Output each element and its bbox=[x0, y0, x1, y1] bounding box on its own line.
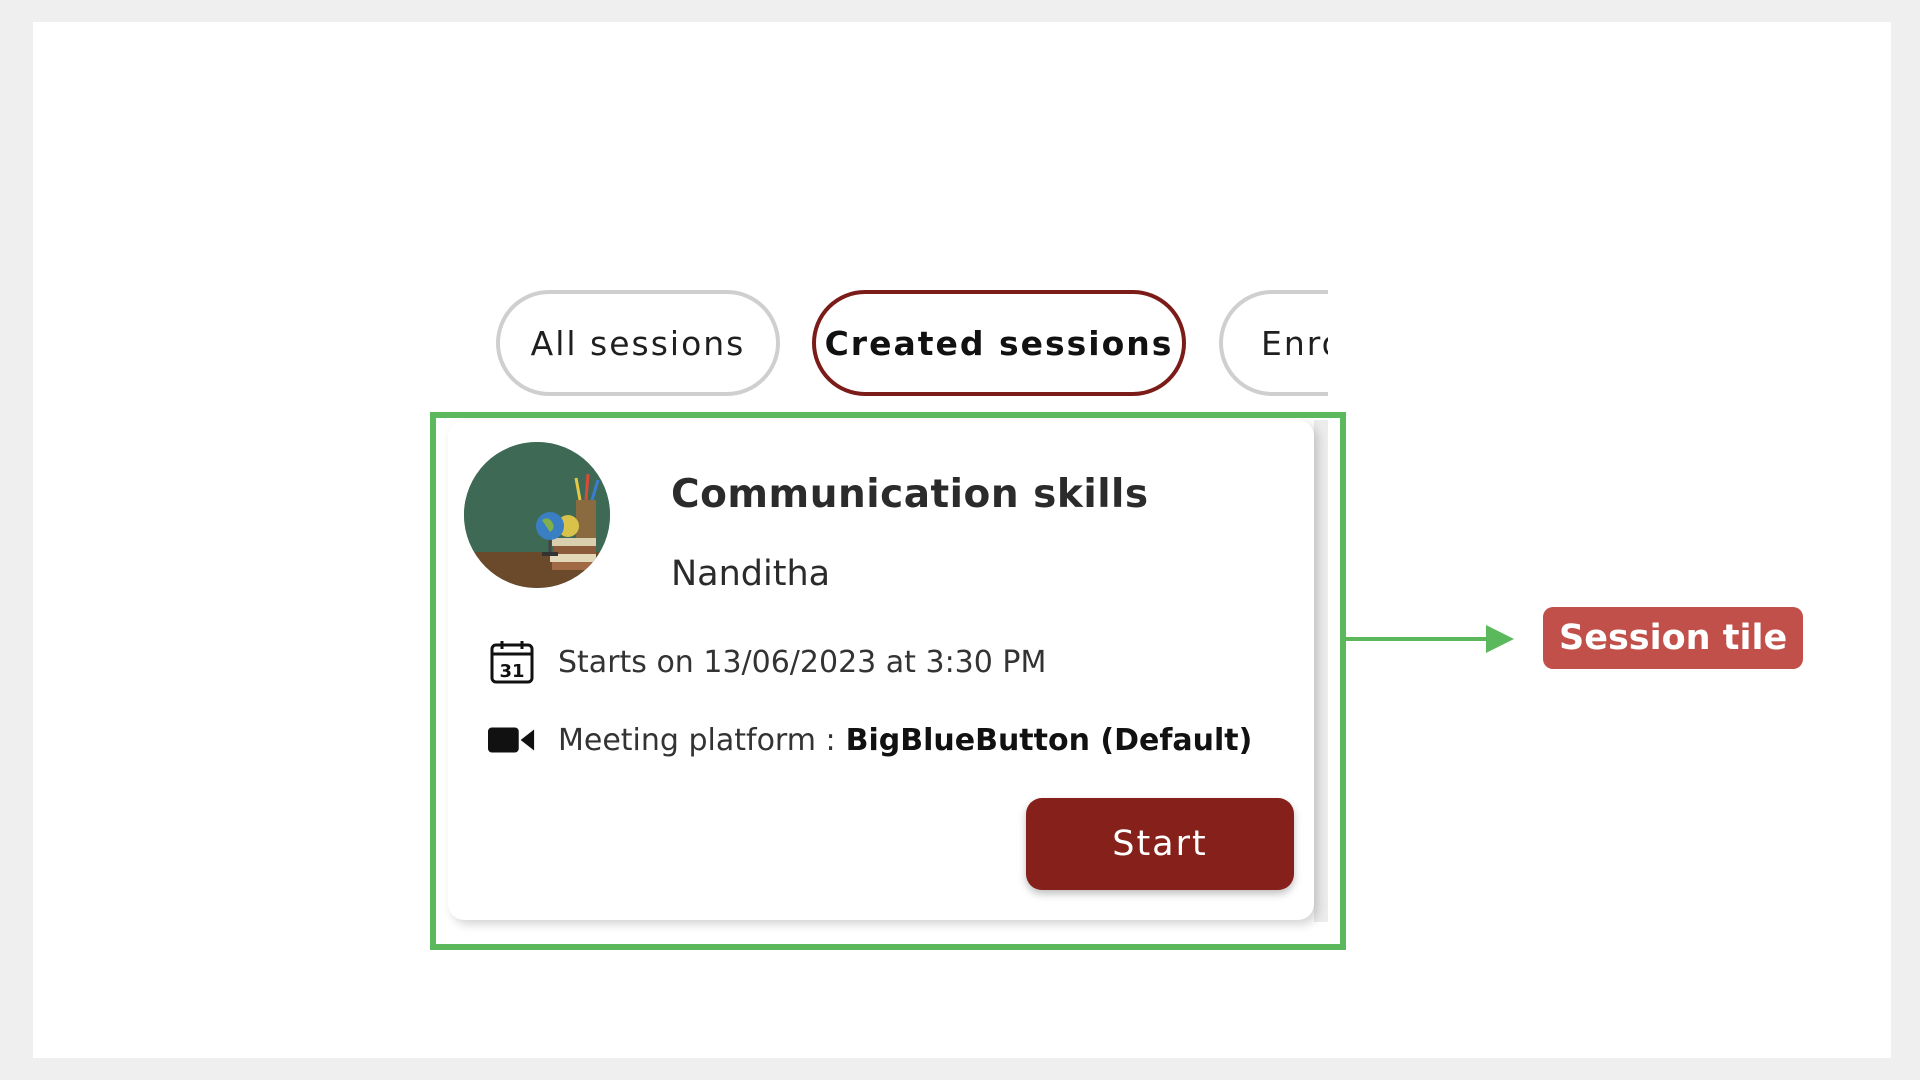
tab-enrolled-sessions-label: Enrolled sessions bbox=[1261, 323, 1328, 363]
session-tabs: All sessions Created sessions Enrolled s… bbox=[496, 290, 1328, 406]
session-tile-callout: Session tile bbox=[1543, 607, 1804, 669]
tab-all-sessions[interactable]: All sessions bbox=[496, 290, 780, 396]
tab-all-sessions-label: All sessions bbox=[530, 323, 746, 363]
session-tile-highlight bbox=[430, 412, 1346, 950]
tab-created-sessions[interactable]: Created sessions bbox=[812, 290, 1186, 396]
tab-enrolled-sessions[interactable]: Enrolled sessions bbox=[1219, 290, 1328, 396]
annotation-arrow bbox=[1346, 625, 1514, 653]
tab-created-sessions-label: Created sessions bbox=[824, 323, 1174, 363]
